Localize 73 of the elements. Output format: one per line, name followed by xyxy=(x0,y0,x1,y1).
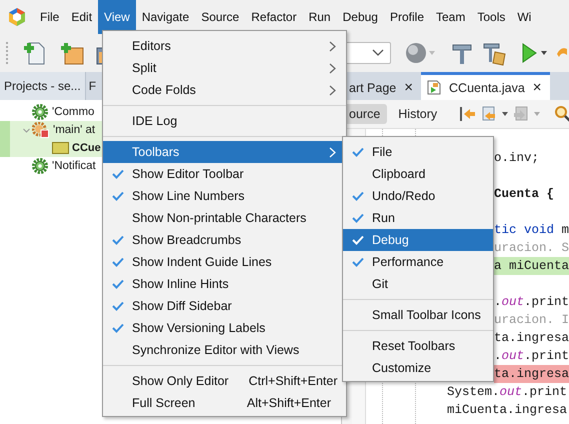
code-line: uracion. S xyxy=(494,240,569,257)
code-line: o.inv; xyxy=(494,150,540,167)
tree-item-label: 'Commo xyxy=(52,106,94,118)
menu-item[interactable]: Team xyxy=(430,0,472,34)
search-icon[interactable] xyxy=(554,105,569,123)
editor-tab[interactable]: CCuenta.java × xyxy=(421,72,550,100)
code-line: .out.print xyxy=(494,348,569,365)
menu-item[interactable]: Run xyxy=(343,207,493,229)
code-line: miCuenta.ingresa xyxy=(447,402,568,419)
close-icon[interactable]: × xyxy=(532,79,542,96)
caret-icon xyxy=(534,112,540,116)
tree-item-label: 'main' at xyxy=(53,124,96,136)
menu-item[interactable]: Code Folds xyxy=(103,79,346,101)
last-edit-icon[interactable] xyxy=(458,105,476,123)
menu-item[interactable]: Refactor xyxy=(245,0,303,34)
menu-item[interactable]: File xyxy=(34,0,66,34)
caret-icon xyxy=(502,112,508,116)
panel-tab[interactable]: F xyxy=(86,72,96,100)
menu-item[interactable]: Clipboard xyxy=(343,163,493,185)
caret-icon xyxy=(429,51,435,55)
menu-item[interactable]: Performance xyxy=(343,251,493,273)
menu-item[interactable]: Show Only Editor Ctrl+Shift+Enter xyxy=(103,370,346,392)
menu-item[interactable]: Editors xyxy=(103,35,346,57)
menu-item[interactable]: Synchronize Editor with Views xyxy=(103,339,346,361)
tree-item-label: CCue xyxy=(72,142,101,154)
menu-item[interactable]: Edit xyxy=(65,0,98,34)
menu-item[interactable]: Show Indent Guide Lines xyxy=(103,251,346,273)
new-project-icon[interactable] xyxy=(59,40,85,66)
view-tab[interactable]: History xyxy=(391,104,444,124)
caret-icon xyxy=(541,51,547,55)
forward-icon[interactable] xyxy=(512,105,530,123)
menu-item[interactable]: Profile xyxy=(384,0,430,34)
menu-item[interactable]: File xyxy=(343,141,493,163)
menu-item[interactable]: Debug xyxy=(336,0,384,34)
menu-item[interactable]: Navigate xyxy=(136,0,196,34)
new-file-icon[interactable] xyxy=(21,40,47,66)
code-line: ta.ingresa xyxy=(494,330,569,347)
menu-item[interactable]: Source xyxy=(195,0,246,34)
java-file-icon xyxy=(427,80,442,95)
close-icon[interactable]: × xyxy=(404,79,414,96)
menu-item[interactable]: Customize xyxy=(343,357,493,379)
menu-item[interactable]: Debug xyxy=(343,229,493,251)
menu-item[interactable]: Tools xyxy=(471,0,512,34)
menu-item[interactable]: Git xyxy=(343,273,493,295)
tree-item-label: 'Notificat xyxy=(52,160,96,172)
menu-item[interactable]: Wi xyxy=(511,0,538,34)
app-logo-icon xyxy=(8,7,26,27)
menu-item[interactable]: Show Breadcrumbs xyxy=(103,229,346,251)
thread-icon xyxy=(32,104,48,120)
menu-item[interactable]: Undo/Redo xyxy=(343,185,493,207)
menu-item[interactable]: Show Non-printable Characters xyxy=(103,207,346,229)
gear-icon xyxy=(32,122,49,138)
shortcut-label: Ctrl+Shift+Enter xyxy=(248,374,338,388)
menu-item[interactable]: Split xyxy=(103,57,346,79)
thread-icon xyxy=(32,158,48,174)
menu-item[interactable]: Show Inline Hints xyxy=(103,273,346,295)
panel-tab[interactable]: Projects - se... xyxy=(0,72,86,100)
menu-item[interactable]: Small Toolbar Icons xyxy=(343,304,493,326)
code-line: .out.print xyxy=(494,294,569,311)
code-line: uracion. I xyxy=(494,312,569,329)
chevron-down-icon xyxy=(372,49,384,57)
menu-item[interactable]: Full Screen Alt+Shift+Enter xyxy=(103,392,346,414)
menu-item[interactable]: Show Diff Sidebar xyxy=(103,295,346,317)
menu-item[interactable]: Show Versioning Labels xyxy=(103,317,346,339)
menu-item[interactable]: Reset Toolbars xyxy=(343,335,493,357)
code-line: tic void m xyxy=(494,222,569,239)
globe-icon[interactable] xyxy=(403,40,429,66)
code-line: Cuenta { xyxy=(494,186,556,203)
shortcut-label: Alt+Shift+Enter xyxy=(246,396,331,410)
menu-item[interactable]: Show Editor Toolbar xyxy=(103,163,346,185)
code-line: System.out.print xyxy=(447,384,568,401)
menu-item[interactable]: Run xyxy=(302,0,337,34)
menu-item[interactable]: Show Line Numbers xyxy=(103,185,346,207)
